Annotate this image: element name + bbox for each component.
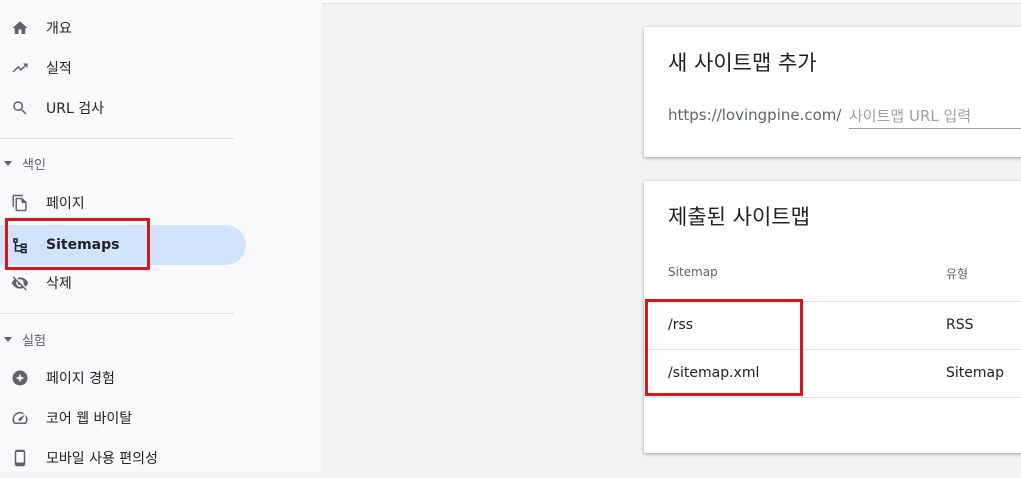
submitted-sitemaps-card: 제출된 사이트맵 Sitemap 유형 /rss RSS /sitemap.xm… <box>644 181 1021 453</box>
sidebar-item-core-web-vitals[interactable]: 코어 웹 바이탈 <box>0 398 246 438</box>
caret-down-icon <box>4 160 12 166</box>
sitemap-type: RSS <box>946 317 974 333</box>
sitemap-type: Sitemap <box>946 365 1004 381</box>
sidebar-item-mobile-usability[interactable]: 모바일 사용 편의성 <box>0 438 246 478</box>
sitemap-icon <box>10 235 30 255</box>
sidebar-item-label: 개요 <box>46 21 72 37</box>
sitemap-url-input[interactable] <box>849 104 1021 129</box>
page-experience-icon <box>10 368 30 388</box>
smartphone-icon <box>10 448 30 468</box>
sidebar-item-url-inspection[interactable]: URL 검사 <box>0 88 246 128</box>
add-sitemap-title: 새 사이트맵 추가 <box>668 51 817 75</box>
add-sitemap-card: 새 사이트맵 추가 https://lovingpine.com/ <box>644 27 1021 157</box>
search-icon <box>10 98 30 118</box>
sitemap-path: /rss <box>668 317 694 333</box>
column-header-sitemap[interactable]: Sitemap <box>668 265 718 279</box>
caret-down-icon <box>4 336 12 342</box>
speed-icon <box>10 408 30 428</box>
sidebar-item-sitemaps[interactable]: Sitemaps <box>0 225 246 265</box>
home-icon <box>10 18 30 38</box>
top-bar <box>322 0 1021 4</box>
pages-icon <box>10 193 30 213</box>
sitemap-path: /sitemap.xml <box>668 365 760 381</box>
sidebar-item-overview[interactable]: 개요 <box>0 8 246 48</box>
sidebar: 개요 실적 URL 검사 색인 페이지 Sitemaps 삭제 실험 페이지 경… <box>0 0 322 472</box>
table-row[interactable]: /sitemap.xml Sitemap <box>644 349 1021 397</box>
sidebar-divider <box>0 313 234 314</box>
sitemap-url-prefix: https://lovingpine.com/ <box>668 106 842 124</box>
sidebar-divider <box>0 138 234 139</box>
sidebar-item-pages[interactable]: 페이지 <box>0 183 246 223</box>
table-footer <box>644 397 1021 453</box>
sidebar-item-label: URL 검사 <box>46 101 104 117</box>
column-header-type[interactable]: 유형 <box>946 265 968 282</box>
sidebar-item-removals[interactable]: 삭제 <box>0 263 246 303</box>
table-row[interactable]: /rss RSS <box>644 301 1021 349</box>
sidebar-item-label: 코어 웹 바이탈 <box>46 411 133 427</box>
visibility-off-icon <box>10 273 30 293</box>
sidebar-item-performance[interactable]: 실적 <box>0 48 246 88</box>
section-header-index[interactable]: 색인 <box>0 151 240 175</box>
section-header-experiments[interactable]: 실험 <box>0 327 240 351</box>
sidebar-item-label: 삭제 <box>46 276 72 292</box>
sidebar-item-label: 모바일 사용 편의성 <box>46 451 158 467</box>
sidebar-item-label: 실적 <box>46 61 72 77</box>
sidebar-item-page-experience[interactable]: 페이지 경험 <box>0 358 246 398</box>
sidebar-item-label: 페이지 경험 <box>46 371 115 387</box>
sidebar-item-label: Sitemaps <box>46 237 120 253</box>
submitted-sitemaps-title: 제출된 사이트맵 <box>668 205 810 229</box>
sidebar-item-label: 페이지 <box>46 196 85 212</box>
trending-up-icon <box>10 58 30 78</box>
